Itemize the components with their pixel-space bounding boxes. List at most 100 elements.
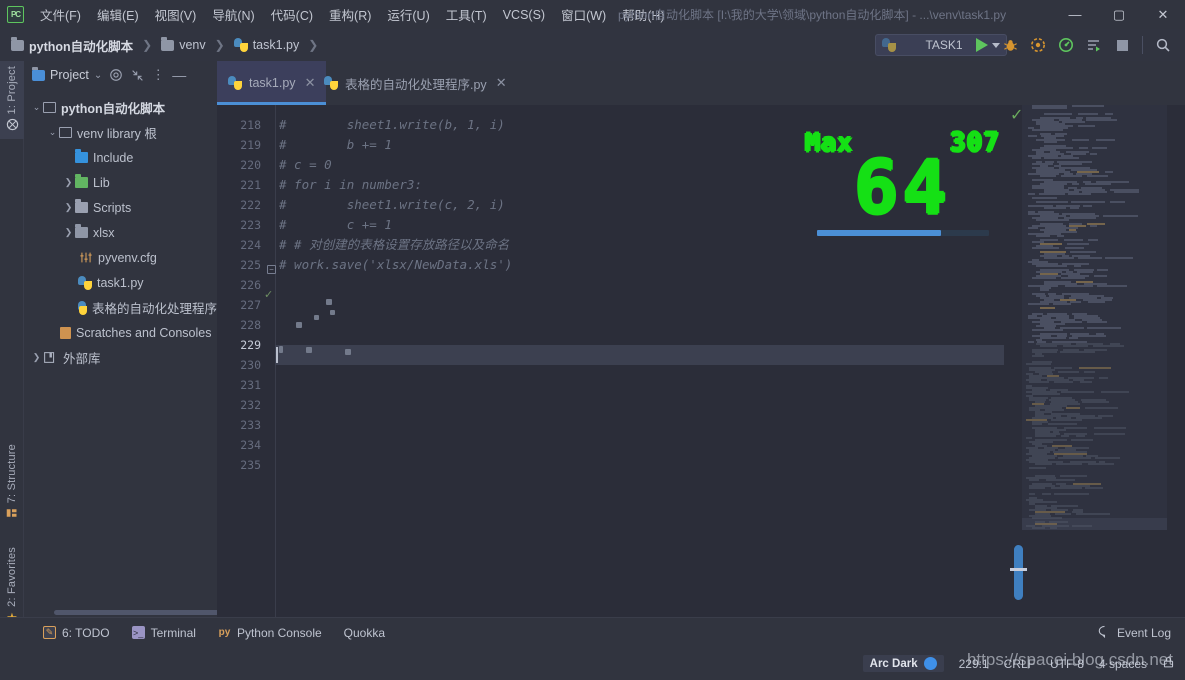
project-panel-horizontal-scrollbar[interactable] <box>54 610 219 615</box>
left-tool-stripe: 1: Project 7: Structure 2: Favorites ★ <box>0 61 24 656</box>
menu-item-vcs[interactable]: VCS(S) <box>495 4 553 26</box>
minimap-line <box>1095 457 1120 459</box>
tree-node-external-libraries[interactable]: ❯ 外部库 <box>24 345 217 370</box>
file-encoding[interactable]: UTF-8 <box>1050 657 1084 671</box>
code-line[interactable]: # sheet1.write(c, 2, i) <box>279 195 505 215</box>
minimap-line <box>1110 201 1125 203</box>
run-coverage-icon[interactable] <box>1026 33 1050 57</box>
bottom-item-quokka[interactable]: Quokka <box>333 626 396 640</box>
close-button[interactable]: ✕ <box>1141 0 1185 29</box>
run-with-console-icon[interactable] <box>1082 33 1106 57</box>
menu-item-view[interactable]: 视图(V) <box>147 1 205 28</box>
breadcrumb-item-file[interactable]: task1.py <box>231 36 303 54</box>
editor-right-gutter[interactable] <box>1004 105 1022 617</box>
tree-node-excel-script-py[interactable]: 表格的自动化处理程序 <box>24 295 217 320</box>
minimize-button[interactable]: — <box>1053 0 1097 29</box>
pycharm-window: PC 文件(F) 编辑(E) 视图(V) 导航(N) 代码(C) 重构(R) 运… <box>0 0 1185 680</box>
tree-node-include[interactable]: Include <box>24 145 217 170</box>
inspection-ok-icon[interactable]: ✓ <box>1010 105 1023 125</box>
event-log-button[interactable]: Event Log <box>1098 625 1171 641</box>
tree-node-project-root[interactable]: ⌄ python自动化脚本 <box>24 95 217 120</box>
maximize-button[interactable]: ▢ <box>1097 0 1141 29</box>
chevron-right-icon[interactable]: ❯ <box>62 177 75 188</box>
bottom-item-todo[interactable]: ✎ 6: TODO <box>32 626 121 640</box>
profile-icon[interactable] <box>1054 33 1078 57</box>
collapse-all-icon[interactable] <box>130 68 144 82</box>
minimap-line <box>1028 135 1037 137</box>
minimap-line <box>1092 147 1107 149</box>
chevron-right-icon[interactable]: ❯ <box>62 202 75 213</box>
chevron-right-icon[interactable]: ❯ <box>62 227 75 238</box>
menu-item-file[interactable]: 文件(F) <box>32 1 89 28</box>
minimap-line <box>1071 439 1093 441</box>
indent-setting[interactable]: 4 spaces <box>1099 657 1147 671</box>
bottom-item-terminal[interactable]: >_ Terminal <box>121 626 207 640</box>
title-bar: PC 文件(F) 编辑(E) 视图(V) 导航(N) 代码(C) 重构(R) 运… <box>0 0 1185 29</box>
tree-node-pyvenv-cfg[interactable]: pyvenv.cfg <box>24 245 217 270</box>
bottom-item-label: Terminal <box>150 625 196 640</box>
tree-node-scripts[interactable]: ❯ Scripts <box>24 195 217 220</box>
editor-tab-task1[interactable]: task1.py ✕ <box>217 61 327 105</box>
stop-icon[interactable] <box>1110 33 1134 57</box>
caret-position[interactable]: 229:1 <box>959 657 989 671</box>
editor-vertical-scrollbar[interactable] <box>1014 545 1023 600</box>
menu-item-tools[interactable]: 工具(T) <box>438 1 495 28</box>
menu-item-navigate[interactable]: 导航(N) <box>204 1 262 28</box>
code-line[interactable]: # # 对创建的表格设置存放路径以及命名 <box>279 235 509 255</box>
chevron-down-icon[interactable]: ⌄ <box>94 70 102 81</box>
chevron-down-icon[interactable]: ⌄ <box>46 127 59 138</box>
menu-item-code[interactable]: 代码(C) <box>263 1 321 28</box>
line-number: 218 <box>240 118 261 132</box>
run-icon[interactable] <box>970 33 994 57</box>
code-line[interactable]: # sheet1.write(b, 1, i) <box>279 115 505 135</box>
menu-item-window[interactable]: 窗口(W) <box>553 1 614 28</box>
code-minimap[interactable] <box>1022 105 1167 530</box>
chevron-down-icon[interactable]: ⌄ <box>30 102 43 113</box>
minimap-line <box>1114 191 1139 193</box>
theme-color-dot <box>923 657 937 670</box>
code-line[interactable]: # work.save('xlsx/NewData.xls') <box>279 255 512 275</box>
more-options-icon[interactable]: ⋮ <box>151 67 165 82</box>
project-panel-title[interactable]: Project ⌄ <box>32 66 102 82</box>
tree-node-label: venv library 根 <box>77 127 157 141</box>
lock-icon[interactable] <box>1162 655 1175 672</box>
code-line[interactable]: # for i in number3: <box>279 175 422 195</box>
bottom-item-python-console[interactable]: py Python Console <box>207 626 333 640</box>
minimap-line <box>1053 303 1071 305</box>
menu-item-edit[interactable]: 编辑(E) <box>89 1 147 28</box>
hide-panel-icon[interactable]: — <box>172 67 186 83</box>
tree-node-scratches[interactable]: ❯ Scratches and Consoles <box>24 320 217 345</box>
chevron-right-icon[interactable]: ❯ <box>30 352 43 363</box>
minimap-line <box>1094 427 1126 429</box>
minimap-line <box>1032 107 1067 109</box>
tree-node-lib[interactable]: ❯ Lib <box>24 170 217 195</box>
breadcrumb-item-venv[interactable]: venv <box>158 36 208 54</box>
code-line[interactable]: # b += 1 <box>279 135 392 155</box>
breadcrumb-item-project[interactable]: python自动化脚本 <box>8 34 136 57</box>
tree-node-task1-py[interactable]: task1.py <box>24 270 217 295</box>
minimap-line <box>1035 435 1056 437</box>
minimap-line <box>1060 475 1087 477</box>
tree-node-xlsx[interactable]: ❯ xlsx <box>24 220 217 245</box>
breadcrumb-separator-icon: ❯ <box>308 38 319 52</box>
code-line[interactable]: # c = 0 <box>279 155 332 175</box>
minimap-line <box>1040 337 1066 339</box>
code-fold-icon[interactable]: − <box>267 265 276 274</box>
sidebar-item-project[interactable]: 1: Project <box>0 61 24 139</box>
debug-icon[interactable] <box>998 33 1022 57</box>
sidebar-item-structure[interactable]: 7: Structure <box>0 441 24 525</box>
close-icon[interactable]: ✕ <box>496 75 507 91</box>
theme-indicator[interactable]: Arc Dark <box>862 655 944 672</box>
pycharm-logo-icon: PC <box>7 6 24 23</box>
menu-item-refactor[interactable]: 重构(R) <box>321 1 379 28</box>
tree-node-venv[interactable]: ⌄ venv library 根 <box>24 120 217 145</box>
editor-tab-excel-script[interactable]: 表格的自动化处理程序.py ✕ <box>313 61 518 105</box>
search-everywhere-icon[interactable] <box>1151 33 1175 57</box>
menu-item-run[interactable]: 运行(U) <box>379 1 437 28</box>
minimap-line <box>1026 363 1051 365</box>
target-locate-icon[interactable] <box>109 68 123 82</box>
line-separator[interactable]: CRLF <box>1004 657 1035 671</box>
theme-label: Arc Dark <box>869 657 918 670</box>
editor-gutter[interactable]: 218 219 220 221 222 223 224 225 226 227 228 229 230 2… <box>217 105 275 617</box>
code-line[interactable]: # c += 1 <box>279 215 392 235</box>
